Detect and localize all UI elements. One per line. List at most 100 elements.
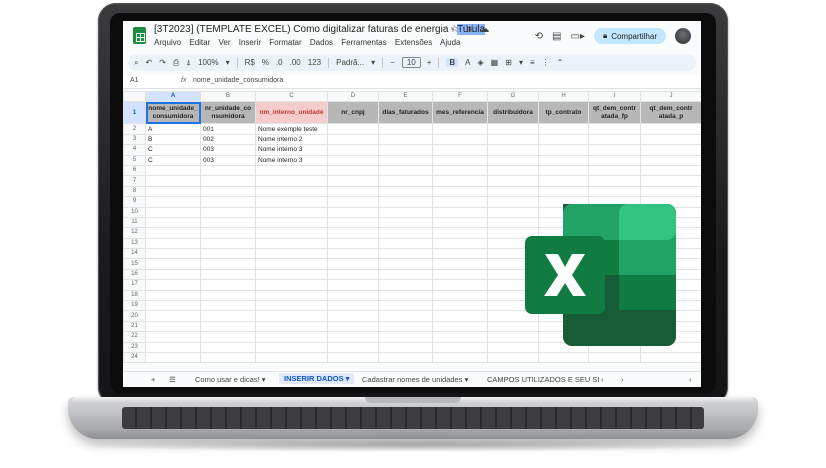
- cell[interactable]: [145, 175, 201, 187]
- row-header[interactable]: 4: [123, 144, 146, 156]
- field-header-cell[interactable]: nome_unidade_ consumidora: [145, 101, 201, 125]
- row-header[interactable]: 19: [123, 300, 146, 312]
- history-icon[interactable]: ⟲: [535, 31, 543, 42]
- field-header-cell[interactable]: nm_interno_unidade: [255, 101, 328, 125]
- row-header[interactable]: 22: [123, 331, 146, 343]
- document-title-main[interactable]: [3T2023] (TEMPLATE EXCEL) Como digitaliz…: [154, 24, 457, 35]
- cell[interactable]: [327, 289, 379, 302]
- select-all-corner[interactable]: [123, 90, 146, 103]
- column-header-g[interactable]: G: [487, 90, 539, 103]
- avatar[interactable]: [675, 28, 691, 44]
- cell[interactable]: [145, 216, 201, 229]
- cell[interactable]: 003: [200, 154, 256, 166]
- cell[interactable]: [588, 185, 641, 198]
- cell[interactable]: [432, 216, 488, 229]
- sheets-logo-icon[interactable]: [133, 27, 146, 44]
- cell[interactable]: [200, 320, 256, 333]
- chevron-down-icon[interactable]: ▾: [226, 58, 230, 67]
- column-header-b[interactable]: B: [200, 90, 256, 103]
- cell[interactable]: A: [145, 123, 201, 135]
- cell[interactable]: [200, 164, 256, 177]
- cell[interactable]: [200, 310, 256, 322]
- tab-campos-utilizados[interactable]: CAMPOS UTILIZADOS E SEU SI: [487, 375, 600, 384]
- menu-extensoes[interactable]: Extensões: [395, 38, 432, 47]
- chevron-down-icon[interactable]: ▾: [371, 58, 375, 67]
- cell[interactable]: [327, 300, 379, 312]
- chevron-right-icon[interactable]: ›: [621, 375, 624, 384]
- cell[interactable]: [145, 164, 201, 177]
- cell[interactable]: [255, 206, 328, 218]
- row-header[interactable]: 7: [123, 175, 146, 187]
- cell[interactable]: [327, 258, 379, 270]
- cell[interactable]: [378, 196, 433, 208]
- cell[interactable]: [588, 133, 641, 146]
- cell[interactable]: [538, 154, 589, 166]
- cell[interactable]: 001: [200, 123, 256, 135]
- cell[interactable]: [378, 268, 433, 281]
- chevron-left-icon[interactable]: ‹: [601, 375, 604, 384]
- cell[interactable]: [588, 175, 641, 187]
- paint-format-icon[interactable]: ⍋: [186, 58, 191, 68]
- cell[interactable]: [640, 164, 701, 177]
- column-header-i[interactable]: I: [588, 90, 641, 103]
- column-header-f[interactable]: F: [432, 90, 488, 103]
- cell[interactable]: [487, 144, 539, 156]
- cell[interactable]: C: [145, 154, 201, 166]
- row-header[interactable]: 3: [123, 133, 146, 146]
- cell[interactable]: [487, 133, 539, 146]
- cell[interactable]: [145, 351, 201, 364]
- column-header-d[interactable]: D: [327, 90, 379, 103]
- cell[interactable]: [200, 216, 256, 229]
- cell[interactable]: Nome interno 3: [255, 154, 328, 166]
- cell[interactable]: [378, 227, 433, 239]
- cell[interactable]: [255, 351, 328, 364]
- cell[interactable]: [538, 144, 589, 156]
- formula-input[interactable]: nome_unidade_consumidora: [193, 77, 283, 84]
- cell[interactable]: [487, 175, 539, 187]
- cell[interactable]: [327, 227, 379, 239]
- row-header[interactable]: 5: [123, 154, 146, 166]
- cell[interactable]: [487, 164, 539, 177]
- chevron-left-icon[interactable]: ‹: [689, 375, 692, 384]
- cell[interactable]: [378, 331, 433, 343]
- cell[interactable]: [432, 289, 488, 302]
- field-header-cell[interactable]: mes_referencia: [432, 101, 488, 125]
- cloud-icon[interactable]: ☁: [479, 24, 495, 35]
- cell[interactable]: [200, 248, 256, 260]
- menu-ferramentas[interactable]: Ferramentas: [341, 38, 386, 47]
- share-button[interactable]: 🔒︎ Compartilhar: [593, 28, 666, 44]
- menu-dados[interactable]: Dados: [310, 38, 333, 47]
- cell[interactable]: [640, 185, 701, 198]
- column-header-h[interactable]: H: [538, 90, 589, 103]
- cell[interactable]: [200, 206, 256, 218]
- cell[interactable]: [378, 320, 433, 333]
- cell[interactable]: 002: [200, 133, 256, 146]
- cell[interactable]: [200, 279, 256, 291]
- video-call-icon[interactable]: ▭▸: [570, 31, 584, 42]
- chevron-down-icon[interactable]: ▾: [519, 58, 523, 67]
- cell[interactable]: [432, 164, 488, 177]
- cell[interactable]: [378, 248, 433, 260]
- menu-ajuda[interactable]: Ajuda: [440, 38, 460, 47]
- cell[interactable]: [432, 144, 488, 156]
- column-header-c[interactable]: C: [255, 90, 328, 103]
- borders-icon[interactable]: ▦: [491, 58, 499, 67]
- cell[interactable]: [538, 133, 589, 146]
- cell[interactable]: [255, 237, 328, 250]
- cell[interactable]: [487, 351, 539, 364]
- cell[interactable]: [327, 154, 379, 166]
- merge-cells-icon[interactable]: ⊞: [505, 58, 512, 67]
- row-header[interactable]: 14: [123, 248, 146, 260]
- cell[interactable]: [640, 123, 701, 135]
- menu-editar[interactable]: Editar: [189, 38, 210, 47]
- cell[interactable]: [378, 258, 433, 270]
- cell[interactable]: [487, 123, 539, 135]
- cell[interactable]: [200, 258, 256, 270]
- cell[interactable]: [145, 331, 201, 343]
- cell[interactable]: [432, 206, 488, 218]
- menu-inserir[interactable]: Inserir: [239, 38, 261, 47]
- cell[interactable]: [432, 175, 488, 187]
- text-color-icon[interactable]: A: [465, 58, 470, 67]
- cell[interactable]: [200, 268, 256, 281]
- cell[interactable]: [200, 351, 256, 364]
